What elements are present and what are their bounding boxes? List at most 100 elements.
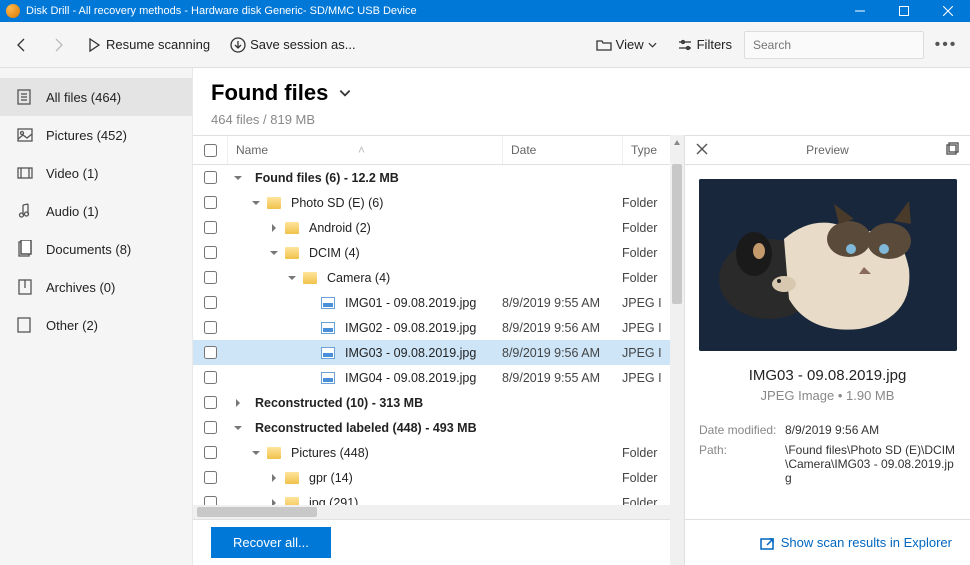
more-button[interactable]: •••	[928, 36, 964, 54]
row-date: 8/9/2019 9:55 AM	[502, 296, 622, 310]
row-checkbox[interactable]	[204, 471, 217, 484]
sidebar-item-label: Pictures (452)	[46, 128, 127, 143]
row-date: 8/9/2019 9:56 AM	[502, 346, 622, 360]
file-row[interactable]: gpr (14)Folder	[193, 465, 670, 490]
select-all-checkbox[interactable]	[204, 144, 217, 157]
chevron-down-icon[interactable]	[267, 246, 281, 260]
file-row[interactable]: IMG02 - 09.08.2019.jpg 8/9/2019 9:56 AMJP…	[193, 315, 670, 340]
file-row[interactable]: IMG03 - 09.08.2019.jpg8/9/2019 9:56 AMJP…	[193, 340, 670, 365]
sidebar-item-video[interactable]: Video (1)	[0, 154, 192, 192]
file-row[interactable]: Found files (6) - 12.2 MB	[193, 165, 670, 190]
preview-title: Preview	[709, 143, 946, 157]
row-checkbox[interactable]	[204, 221, 217, 234]
file-row[interactable]: Reconstructed labeled (448) - 493 MB	[193, 415, 670, 440]
recover-all-button[interactable]: Recover all...	[211, 527, 331, 558]
sidebar-item-documents[interactable]: Documents (8)	[0, 230, 192, 268]
chevron-right-icon[interactable]	[267, 496, 281, 506]
row-checkbox[interactable]	[204, 371, 217, 384]
row-checkbox[interactable]	[204, 271, 217, 284]
sidebar-item-archives[interactable]: Archives (0)	[0, 268, 192, 306]
row-checkbox[interactable]	[204, 196, 217, 209]
row-checkbox[interactable]	[204, 296, 217, 309]
content-header: Found files 464 files / 819 MB	[193, 68, 970, 135]
filters-button[interactable]: Filters	[669, 27, 740, 63]
play-icon	[86, 37, 102, 53]
col-type[interactable]: Type	[622, 136, 670, 164]
row-name: IMG01 - 09.08.2019.jpg	[345, 296, 476, 310]
show-in-explorer-link[interactable]: Show scan results in Explorer	[759, 535, 952, 551]
sidebar-item-other[interactable]: Other (2)	[0, 306, 192, 344]
row-checkbox[interactable]	[204, 421, 217, 434]
folder-icon	[285, 497, 299, 506]
row-checkbox[interactable]	[204, 346, 217, 359]
bottom-bar: Recover all...	[193, 519, 670, 565]
row-type: Folder	[622, 246, 670, 260]
row-checkbox[interactable]	[204, 321, 217, 334]
chevron-down-icon[interactable]	[231, 171, 245, 185]
file-row[interactable]: jpg (291)Folder	[193, 490, 670, 505]
resume-button[interactable]: Resume scanning	[78, 27, 218, 63]
row-name: Pictures (448)	[291, 446, 369, 460]
folder-icon	[303, 272, 317, 284]
file-row[interactable]: IMG01 - 09.08.2019.jpg8/9/2019 9:55 AMJP…	[193, 290, 670, 315]
chevron-right-icon[interactable]	[231, 396, 245, 410]
chevron-down-icon[interactable]	[249, 446, 263, 460]
view-button[interactable]: View	[588, 27, 665, 63]
row-checkbox[interactable]	[204, 171, 217, 184]
row-checkbox[interactable]	[204, 396, 217, 409]
file-row[interactable]: Camera (4)Folder	[193, 265, 670, 290]
preview-close-button[interactable]	[695, 142, 709, 159]
folder-icon	[285, 222, 299, 234]
preview-copy-button[interactable]	[946, 142, 960, 159]
maximize-button[interactable]	[882, 0, 926, 22]
close-button[interactable]	[926, 0, 970, 22]
file-row[interactable]: Reconstructed (10) - 313 MB	[193, 390, 670, 415]
row-name: Photo SD (E) (6)	[291, 196, 383, 210]
chevron-down-icon[interactable]	[338, 86, 352, 100]
col-date[interactable]: Date	[502, 136, 622, 164]
row-checkbox[interactable]	[204, 446, 217, 459]
folder-icon	[267, 197, 281, 209]
row-type: JPEG I	[622, 371, 670, 385]
save-session-button[interactable]: Save session as...	[222, 27, 364, 63]
chevron-down-icon[interactable]	[249, 196, 263, 210]
chevron-right-icon[interactable]	[267, 221, 281, 235]
row-checkbox[interactable]	[204, 246, 217, 259]
page-subtitle: 464 files / 819 MB	[211, 112, 952, 127]
preview-path-value: \Found files\Photo SD (E)\DCIM\Camera\IM…	[785, 443, 956, 485]
image-file-icon	[321, 347, 335, 359]
page-title: Found files	[211, 80, 328, 106]
archive-icon	[16, 278, 34, 296]
sidebar-item-pictures[interactable]: Pictures (452)	[0, 116, 192, 154]
col-name[interactable]: Name˄	[227, 136, 502, 164]
row-type: Folder	[622, 471, 670, 485]
file-row[interactable]: IMG04 - 09.08.2019.jpg8/9/2019 9:55 AMJP…	[193, 365, 670, 390]
minimize-button[interactable]	[838, 0, 882, 22]
filters-label: Filters	[697, 37, 732, 52]
video-icon	[16, 164, 34, 182]
file-row[interactable]: DCIM (4) Folder	[193, 240, 670, 265]
sidebar-item-label: Other (2)	[46, 318, 98, 333]
row-name: IMG03 - 09.08.2019.jpg	[345, 346, 476, 360]
chevron-down-icon[interactable]	[285, 271, 299, 285]
search-input[interactable]	[744, 31, 924, 59]
back-button[interactable]	[6, 27, 38, 63]
row-type: JPEG I	[622, 321, 670, 335]
sidebar: All files (464) Pictures (452) Video (1)…	[0, 68, 192, 565]
sidebar-item-all-files[interactable]: All files (464)	[0, 78, 192, 116]
file-row[interactable]: Pictures (448)Folder	[193, 440, 670, 465]
row-name: IMG02 - 09.08.2019.jpg	[345, 321, 476, 335]
vertical-scrollbar[interactable]	[670, 135, 684, 565]
toolbar: Resume scanning Save session as... View …	[0, 22, 970, 68]
row-name: DCIM (4)	[309, 246, 360, 260]
row-checkbox[interactable]	[204, 496, 217, 505]
file-row[interactable]: Android (2)Folder	[193, 215, 670, 240]
horizontal-scrollbar[interactable]	[193, 505, 670, 519]
row-date: 8/9/2019 9:56 AM	[502, 321, 622, 335]
sidebar-item-audio[interactable]: Audio (1)	[0, 192, 192, 230]
file-row[interactable]: Photo SD (E) (6)Folder	[193, 190, 670, 215]
chevron-down-icon[interactable]	[231, 421, 245, 435]
forward-button[interactable]	[42, 27, 74, 63]
chevron-right-icon[interactable]	[267, 471, 281, 485]
row-type: Folder	[622, 496, 670, 506]
